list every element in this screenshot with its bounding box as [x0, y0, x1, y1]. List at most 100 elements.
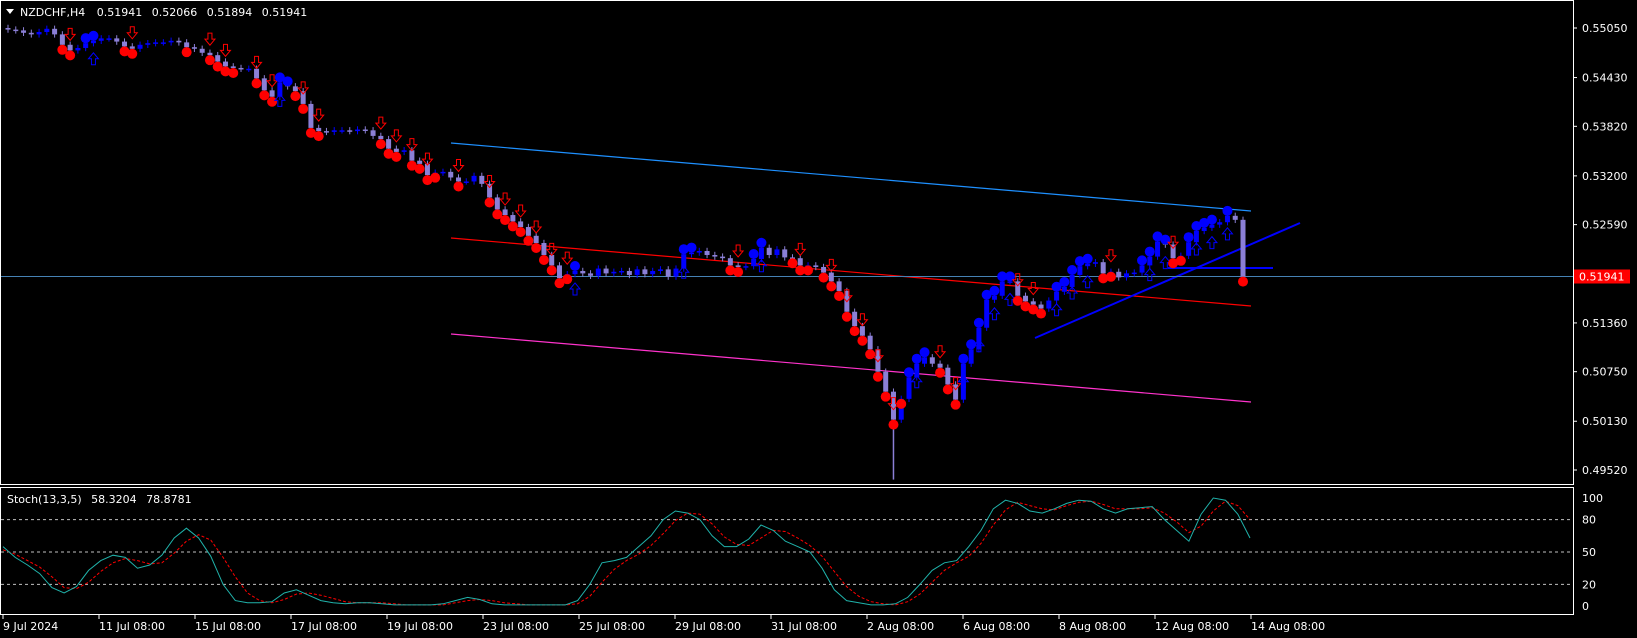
symbol-label: NZDCHF,H4 [20, 6, 85, 19]
dropdown-triangle-icon[interactable] [6, 9, 14, 14]
candle-body [1240, 219, 1246, 277]
buy-arrow-icon [1221, 227, 1234, 241]
stoch-axis: 100 80 50 20 0 [1582, 492, 1603, 613]
sell-signal-dot [865, 349, 876, 360]
stoch-main-line [2, 497, 1251, 606]
sell-signal-dot [562, 274, 573, 285]
buy-signal-dot [1059, 276, 1070, 287]
time-tick-label: 29 Jul 08:00 [675, 620, 741, 633]
candle-body [595, 268, 601, 276]
sell-signal-dot [849, 326, 860, 337]
candle-body [782, 249, 788, 258]
candle-body [797, 258, 803, 266]
candle-body [828, 272, 834, 282]
sell-signal-dot [872, 371, 883, 382]
candle-body [696, 250, 702, 253]
buy-signal-dot [989, 285, 1000, 296]
channel-upper-line[interactable] [450, 142, 1252, 212]
time-tick-label: 2 Aug 08:00 [867, 620, 934, 633]
buy-arrow-icon [87, 52, 100, 66]
candle-body [378, 135, 384, 140]
channel-lower-line[interactable] [450, 333, 1252, 403]
candle-body [90, 40, 96, 44]
candle-body [393, 148, 399, 152]
candle-body [323, 131, 329, 133]
candle-body [1100, 262, 1106, 274]
candle-body [238, 67, 244, 70]
sell-arrow-icon [530, 220, 543, 234]
candle-body [44, 28, 50, 32]
candle-body [502, 209, 508, 216]
sell-arrow-icon [374, 116, 387, 130]
price-tick-label: 0.52590 [1582, 219, 1628, 232]
candle-body [867, 335, 873, 350]
time-tick-label: 14 Aug 08:00 [1251, 620, 1325, 633]
buy-arrow-icon [1143, 267, 1156, 282]
sell-signal-dot [1175, 255, 1186, 266]
candle-body [510, 215, 516, 222]
candle-body [1085, 263, 1091, 267]
candle-body [991, 295, 997, 300]
candle-body [83, 43, 89, 48]
candle-body [883, 371, 889, 392]
time-tick-label: 11 Jul 08:00 [99, 620, 165, 633]
sell-signal-dot [298, 103, 309, 114]
candle-body [619, 270, 625, 273]
candle-body [1232, 215, 1238, 220]
stoch-signal-line [2, 500, 1251, 606]
buy-signal-dot [88, 30, 99, 41]
candle-body [261, 78, 267, 91]
candles [5, 24, 1246, 480]
candle-body [751, 258, 757, 267]
candle-body [308, 103, 314, 128]
price-tick-label: 0.50130 [1582, 415, 1628, 428]
buy-signal-dot [1183, 232, 1194, 243]
candle-body [859, 326, 865, 336]
candle-body [642, 269, 648, 275]
candle-body [184, 42, 190, 48]
candle-body [13, 29, 19, 32]
low-price: 0.51894 [207, 6, 253, 19]
buy-arrow-icon [988, 306, 1001, 321]
candle-body [518, 221, 524, 228]
candle-body [1054, 291, 1060, 301]
candle-body [766, 247, 772, 255]
sell-signal-dot [826, 281, 837, 292]
time-tick-label: 23 Jul 08:00 [483, 620, 549, 633]
chart-svg[interactable]: 0.55050 0.54430 0.53820 0.53200 0.52590 0.519… [0, 0, 1637, 638]
time-tick-label: 17 Jul 08:00 [291, 620, 357, 633]
candle-body [199, 48, 205, 53]
candle-body [1209, 224, 1215, 228]
sell-signal-dot [375, 139, 386, 150]
candle-body [929, 357, 935, 364]
symbol-header[interactable]: NZDCHF,H4 0.51941 0.52066 0.51894 0.5194… [6, 6, 307, 19]
stoch-tick-label: 20 [1582, 578, 1596, 591]
open-price: 0.51941 [97, 6, 143, 19]
candle-body [1217, 222, 1223, 225]
candle-body [1139, 265, 1145, 273]
signals [57, 26, 1248, 430]
price-tick-label: 0.53200 [1582, 170, 1628, 183]
sell-signal-dot [500, 215, 511, 226]
sell-signal-dot [950, 399, 961, 410]
candle-body [704, 250, 710, 255]
candle-body [153, 42, 159, 44]
candle-body [1186, 242, 1192, 256]
candle-body [1155, 241, 1161, 257]
candle-body [122, 41, 128, 47]
candle-body [67, 44, 73, 51]
time-tick-label: 12 Aug 08:00 [1155, 620, 1229, 633]
sell-arrow-icon [64, 27, 77, 42]
sell-arrow-icon [1104, 249, 1118, 263]
candle-body [292, 86, 298, 92]
candle-body [634, 269, 640, 275]
candle-body [494, 197, 500, 210]
buy-signal-dot [282, 76, 293, 87]
buy-signal-dot [1206, 214, 1217, 225]
sell-arrow-icon [203, 32, 217, 46]
sell-signal-dot [841, 311, 852, 322]
candle-body [222, 61, 228, 67]
candle-body [1038, 304, 1044, 309]
candle-body [52, 28, 58, 35]
candle-body [1030, 301, 1036, 305]
